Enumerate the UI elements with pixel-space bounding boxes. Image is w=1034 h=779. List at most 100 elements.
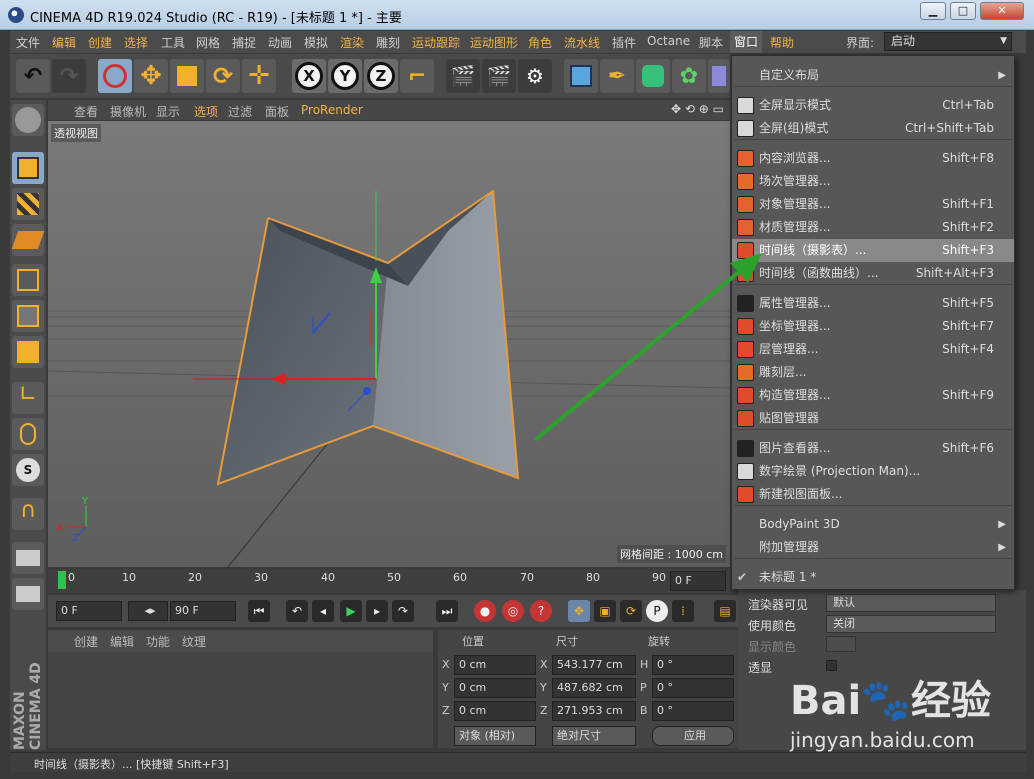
x-axis-button[interactable]: X — [292, 59, 326, 93]
go-to-end-button[interactable]: ⏭ — [436, 600, 458, 622]
apply-button[interactable]: 应用 — [652, 726, 734, 746]
window-menu-item[interactable]: 图片查看器... Shift+F6 — [732, 437, 1014, 460]
window-menu-item[interactable]: 构造管理器... Shift+F9 — [732, 384, 1014, 407]
renderer-visible-select[interactable]: 默认 — [826, 594, 996, 612]
window-menu-item[interactable]: 材质管理器... Shift+F2 — [732, 216, 1014, 239]
menu-window[interactable]: 窗口 — [730, 31, 763, 53]
menu-motion-tracking[interactable]: 运动跟踪 — [412, 34, 460, 51]
menu-create[interactable]: 创建 — [88, 34, 112, 51]
polygon-mode-button[interactable] — [12, 336, 44, 368]
menu-character[interactable]: 角色 — [528, 34, 552, 51]
size-z-field[interactable]: 271.953 cm — [552, 701, 636, 721]
menu-snap[interactable]: 捕捉 — [232, 34, 256, 51]
redo-button[interactable]: ↷ — [52, 59, 86, 93]
start-frame-field[interactable]: 0 F — [56, 601, 122, 621]
subdivision-button[interactable] — [636, 59, 670, 93]
coordinate-mode-select[interactable]: 对象 (相对) — [454, 726, 536, 746]
recent-tool-button[interactable]: ✛ — [242, 59, 276, 93]
workplane-button[interactable] — [12, 104, 44, 136]
key-rotation-button[interactable]: ⟳ — [620, 600, 642, 622]
maximize-button[interactable]: □ — [950, 2, 976, 20]
rot-p-field[interactable]: 0 ° — [652, 678, 734, 698]
current-frame-field[interactable]: 0 F — [670, 571, 726, 591]
timeline-playhead[interactable] — [58, 571, 66, 589]
end-frame-field[interactable]: 90 F — [170, 601, 236, 621]
axis-mode-button[interactable]: ∟ — [12, 382, 44, 414]
workplane-mode-button[interactable] — [11, 224, 45, 256]
layout-select[interactable]: 启动 ▼ — [884, 32, 1012, 51]
viewport-menu-filter[interactable]: 过滤 — [228, 103, 252, 120]
record-key-button[interactable]: ● — [474, 600, 496, 622]
menu-mesh[interactable]: 网格 — [196, 34, 220, 51]
window-menu-item[interactable]: 坐标管理器... Shift+F7 — [732, 315, 1014, 338]
window-menu-item[interactable]: 场次管理器... — [732, 170, 1014, 193]
minimize-button[interactable]: ▁ — [920, 2, 946, 20]
tweak-mode-button[interactable] — [12, 418, 44, 450]
menu-sculpt[interactable]: 雕刻 — [376, 34, 400, 51]
menu-mograph[interactable]: 运动图形 — [470, 34, 518, 51]
z-axis-button[interactable]: Z — [364, 59, 398, 93]
menu-select[interactable]: 选择 — [124, 34, 148, 51]
window-menu-item[interactable]: BodyPaint 3D ▶ — [732, 513, 1014, 536]
model-mode-button[interactable] — [12, 152, 44, 184]
window-menu-item[interactable]: 贴图管理器 — [732, 407, 1014, 430]
y-axis-button[interactable]: Y — [328, 59, 362, 93]
next-key-button[interactable]: ↷ — [392, 600, 414, 622]
rot-b-field[interactable]: 0 ° — [652, 701, 734, 721]
pos-z-field[interactable]: 0 cm — [454, 701, 536, 721]
scale-tool-button[interactable] — [170, 59, 204, 93]
menu-octane[interactable]: Octane — [647, 34, 690, 48]
use-color-select[interactable]: 关闭 — [826, 615, 996, 633]
coordinate-system-button[interactable]: ⌐ — [400, 59, 434, 93]
window-menu-item[interactable]: 全屏(组)模式 Ctrl+Shift+Tab — [732, 117, 1014, 140]
point-mode-button[interactable] — [12, 264, 44, 296]
menu-help[interactable]: 帮助 — [770, 34, 794, 51]
key-position-button[interactable]: ✥ — [568, 600, 590, 622]
window-menu-item[interactable]: 全屏显示模式 Ctrl+Tab — [732, 94, 1014, 117]
menu-simulate[interactable]: 模拟 — [304, 34, 328, 51]
window-menu-item[interactable]: 新建视图面板... — [732, 483, 1014, 506]
window-menu-item[interactable]: 时间线（函数曲线）... Shift+Alt+F3 — [732, 262, 1014, 285]
live-select-button[interactable] — [98, 59, 132, 93]
key-scale-button[interactable]: ▣ — [594, 600, 616, 622]
workplane-rotate-button[interactable] — [12, 578, 44, 610]
pos-x-field[interactable]: 0 cm — [454, 655, 536, 675]
pos-y-field[interactable]: 0 cm — [454, 678, 536, 698]
lock-workplane-button[interactable] — [12, 542, 44, 574]
menu-render[interactable]: 渲染 — [340, 34, 364, 51]
rot-h-field[interactable]: 0 ° — [652, 655, 734, 675]
window-menu-item[interactable]: 自定义布局 ▶ — [732, 64, 1014, 87]
timeline-settings-button[interactable]: ▤ — [714, 600, 736, 622]
viewport-menu-cameras[interactable]: 摄像机 — [110, 103, 146, 120]
window-menu-item[interactable]: 属性管理器... Shift+F5 — [732, 292, 1014, 315]
viewport-menu-options[interactable]: 选项 — [194, 103, 218, 120]
viewport-menu-display[interactable]: 显示 — [156, 103, 180, 120]
menu-plugins[interactable]: 插件 — [612, 34, 636, 51]
material-menu-texture[interactable]: 纹理 — [182, 633, 206, 650]
cloner-button[interactable]: ✿ — [672, 59, 706, 93]
render-picture-viewer-button[interactable]: 🎬 — [482, 59, 516, 93]
material-menu-create[interactable]: 创建 — [74, 633, 98, 650]
edge-mode-button[interactable] — [12, 300, 44, 332]
keyframe-selection-button[interactable]: ? — [530, 600, 552, 622]
rotate-tool-button[interactable]: ⟳ — [206, 59, 240, 93]
texture-mode-button[interactable] — [12, 188, 44, 220]
menu-script[interactable]: 脚本 — [699, 34, 723, 51]
material-menu-function[interactable]: 功能 — [146, 633, 170, 650]
menu-tools[interactable]: 工具 — [161, 34, 185, 51]
autokey-button[interactable]: ◎ — [502, 600, 524, 622]
viewport-menu-view[interactable]: 查看 — [74, 103, 98, 120]
viewport-menu-prorender[interactable]: ProRender — [301, 103, 363, 117]
deformer-button[interactable] — [708, 59, 730, 93]
go-to-start-button[interactable]: ⏮ — [248, 600, 270, 622]
render-view-button[interactable]: 🎬 — [446, 59, 480, 93]
menu-file[interactable]: 文件 — [16, 34, 40, 51]
menu-animate[interactable]: 动画 — [268, 34, 292, 51]
next-frame-button[interactable]: ▸ — [366, 600, 388, 622]
window-menu-item[interactable]: 附加管理器 ▶ — [732, 536, 1014, 559]
viewport-menu-panel[interactable]: 面板 — [265, 103, 289, 120]
snap-button[interactable]: S — [12, 454, 44, 486]
material-menu-edit[interactable]: 编辑 — [110, 633, 134, 650]
close-button[interactable]: ✕ — [980, 2, 1024, 20]
window-menu-item[interactable]: 雕刻层... — [732, 361, 1014, 384]
